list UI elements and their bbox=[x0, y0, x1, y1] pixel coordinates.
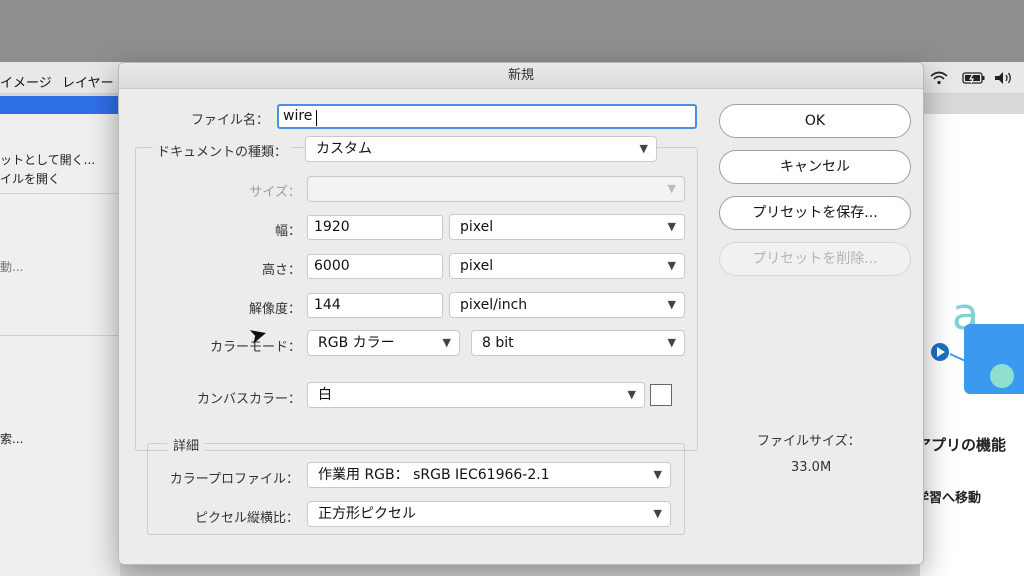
canvas-color-select[interactable]: 白 ▼ bbox=[307, 382, 645, 408]
size-label: サイズ： bbox=[249, 185, 301, 200]
color-profile-select[interactable]: 作業用 RGB： sRGB IEC61966-2.1 ▼ bbox=[307, 462, 671, 488]
chevron-down-icon: ▼ bbox=[667, 298, 676, 311]
canvas-color-label: カンバスカラー： bbox=[196, 392, 301, 407]
pixel-aspect-select[interactable]: 正方形ピクセル ▼ bbox=[307, 501, 671, 527]
filename-label: ファイル名： bbox=[190, 113, 269, 128]
file-size-label: ファイルサイズ： bbox=[757, 434, 861, 449]
background-selection-strip bbox=[0, 96, 120, 114]
resolution-input[interactable]: 144 bbox=[307, 293, 443, 318]
background-heading: アプリの機能 bbox=[916, 436, 1007, 454]
size-select: ▼ bbox=[307, 176, 685, 202]
pixel-aspect-value: 正方形ピクセル bbox=[318, 506, 416, 522]
bit-depth-value: 8 bit bbox=[482, 335, 514, 351]
width-input[interactable]: 1920 bbox=[307, 215, 443, 240]
chevron-down-icon: ▼ bbox=[667, 220, 676, 233]
doc-type-label: ドキュメントの種類： bbox=[153, 141, 292, 160]
text-caret bbox=[316, 110, 317, 126]
pixel-aspect-label: ピクセル縦横比： bbox=[194, 511, 299, 526]
chevron-down-icon: ▼ bbox=[442, 336, 451, 349]
save-preset-button[interactable]: プリセットを保存... bbox=[719, 196, 911, 230]
background-menu-item: イルを開く bbox=[0, 172, 61, 186]
background-menu-item: 索... bbox=[0, 432, 24, 446]
wifi-icon[interactable] bbox=[930, 71, 948, 89]
chevron-down-icon: ▼ bbox=[667, 336, 676, 349]
delete-preset-button: プリセットを削除... bbox=[719, 242, 911, 276]
width-value: 1920 bbox=[314, 219, 350, 235]
filename-input[interactable]: wire bbox=[277, 104, 697, 129]
width-unit-value: pixel bbox=[460, 219, 494, 235]
resolution-unit-value: pixel/inch bbox=[460, 297, 528, 313]
cancel-button[interactable]: キャンセル bbox=[719, 150, 911, 184]
bit-depth-select[interactable]: 8 bit ▼ bbox=[471, 330, 685, 356]
resolution-value: 144 bbox=[314, 297, 341, 313]
details-label: 詳細 bbox=[167, 435, 206, 454]
filename-value: wire bbox=[283, 108, 313, 124]
chevron-down-icon: ▼ bbox=[639, 142, 648, 155]
new-document-dialog: 新規 ファイル名： wire ドキュメントの種類： カスタム ▼ サイズ： ▼ … bbox=[118, 62, 924, 565]
height-value: 6000 bbox=[314, 258, 350, 274]
height-label: 高さ： bbox=[261, 263, 301, 278]
dialog-title: 新規 bbox=[119, 63, 923, 89]
ok-button[interactable]: OK bbox=[719, 104, 911, 138]
background-right-panel: a bbox=[920, 114, 1024, 576]
background-divider bbox=[0, 335, 120, 336]
volume-icon[interactable] bbox=[994, 71, 1014, 89]
background-menu-item: ットとして開く... bbox=[0, 153, 96, 167]
background-link[interactable]: 学習へ移動 bbox=[916, 487, 981, 506]
chevron-down-icon: ▼ bbox=[627, 388, 636, 401]
file-size-value: 33.0M bbox=[791, 460, 832, 475]
width-label: 幅： bbox=[274, 224, 301, 239]
width-unit-select[interactable]: pixel ▼ bbox=[449, 214, 685, 240]
chevron-down-icon: ▼ bbox=[667, 259, 676, 272]
chevron-down-icon: ▼ bbox=[667, 182, 676, 195]
height-unit-select[interactable]: pixel ▼ bbox=[449, 253, 685, 279]
height-unit-value: pixel bbox=[460, 258, 494, 274]
canvas-color-value: 白 bbox=[318, 387, 332, 403]
resolution-unit-select[interactable]: pixel/inch ▼ bbox=[449, 292, 685, 318]
color-mode-select[interactable]: RGB カラー ▼ bbox=[307, 330, 460, 356]
color-mode-value: RGB カラー bbox=[318, 335, 395, 351]
color-profile-label: カラープロファイル： bbox=[169, 472, 299, 487]
resolution-label: 解像度： bbox=[248, 302, 301, 317]
menu-image[interactable]: イメージ bbox=[0, 72, 52, 91]
color-profile-value: 作業用 RGB： sRGB IEC61966-2.1 bbox=[318, 467, 550, 483]
canvas-color-swatch[interactable] bbox=[650, 384, 672, 406]
chevron-down-icon: ▼ bbox=[653, 468, 662, 481]
background-divider bbox=[0, 193, 120, 194]
chevron-down-icon: ▼ bbox=[653, 507, 662, 520]
battery-icon[interactable] bbox=[962, 71, 986, 89]
doc-type-select[interactable]: カスタム ▼ bbox=[305, 136, 657, 162]
menu-layer[interactable]: レイヤー bbox=[62, 72, 114, 91]
illustration: a bbox=[931, 289, 1024, 394]
height-input[interactable]: 6000 bbox=[307, 254, 443, 279]
background-menu-item: 動... bbox=[0, 260, 24, 274]
doc-type-value: カスタム bbox=[316, 141, 372, 157]
